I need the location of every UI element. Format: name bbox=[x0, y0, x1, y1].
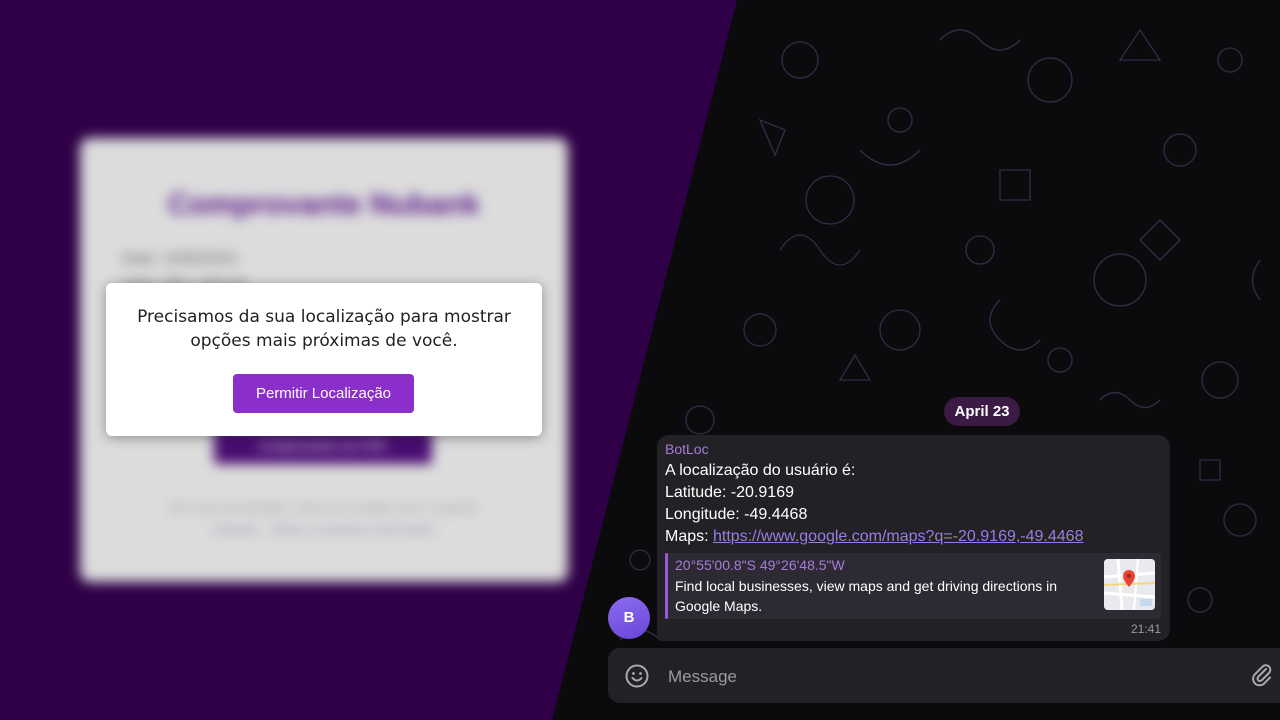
preview-title: 20°55'00.8"S 49°26'48.5"W bbox=[675, 557, 845, 573]
receipt-footer-2: Nubank · Todos os direitos reservados bbox=[213, 522, 435, 537]
preview-accent-bar bbox=[665, 553, 668, 619]
preview-description: Find local businesses, view maps and get… bbox=[675, 578, 1058, 614]
receipt-title: Comprovante Nubank bbox=[168, 188, 480, 221]
message-sender[interactable]: BotLoc bbox=[665, 441, 709, 457]
message-time: 21:41 bbox=[1130, 622, 1161, 636]
location-permission-modal: Precisamos da sua localização para mostr… bbox=[106, 283, 542, 436]
message-input[interactable] bbox=[666, 662, 1230, 691]
message-line-intro: A localização do usuário é: bbox=[665, 462, 856, 479]
paperclip-icon[interactable] bbox=[1249, 662, 1275, 688]
avatar[interactable]: B bbox=[608, 597, 650, 639]
message-line-maps: Maps: https://www.google.com/maps?q=-20.… bbox=[665, 528, 1083, 546]
modal-message-line-1: Precisamos da sua localização para mostr… bbox=[137, 307, 511, 327]
allow-location-button[interactable]: Permitir Localização bbox=[233, 374, 414, 413]
receipt-footer-1: Em caso de dúvidas, entre em contato com… bbox=[170, 500, 478, 515]
modal-message-line-2: opções mais próximas de você. bbox=[190, 331, 458, 351]
message-bubble: BotLoc A localização do usuário é: Latit… bbox=[657, 435, 1170, 641]
modal-message: Precisamos da sua localização para mostr… bbox=[126, 305, 522, 353]
message-composer bbox=[608, 648, 1280, 703]
message-line-latitude: Latitude: -20.9169 bbox=[665, 484, 794, 501]
message-line-longitude: Longitude: -49.4468 bbox=[665, 506, 808, 523]
map-thumbnail-icon[interactable] bbox=[1104, 559, 1155, 610]
maps-label: Maps: bbox=[665, 528, 714, 545]
link-preview[interactable]: 20°55'00.8"S 49°26'48.5"W Find local bus… bbox=[665, 553, 1161, 619]
date-chip: April 23 bbox=[944, 397, 1020, 426]
smile-icon[interactable] bbox=[624, 663, 650, 689]
maps-link[interactable]: https://www.google.com/maps?q=-20.9169,-… bbox=[713, 528, 1083, 545]
receipt-date: Data: 13/05/2023 bbox=[122, 250, 238, 267]
